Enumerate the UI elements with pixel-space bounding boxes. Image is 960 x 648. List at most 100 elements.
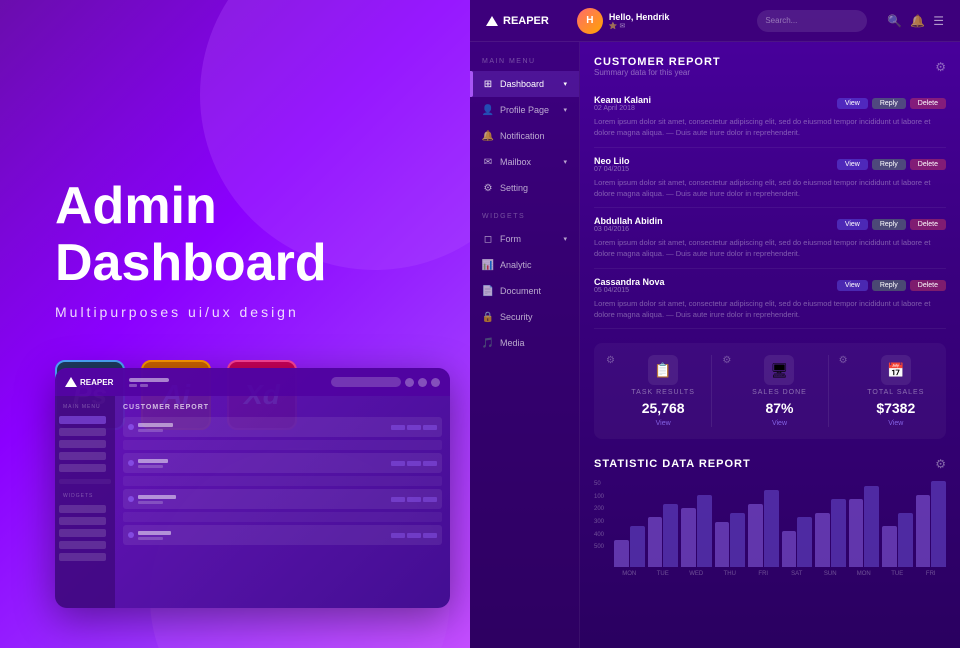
chart-bar-group (748, 490, 779, 567)
nav-security[interactable]: 🔒 Security (470, 304, 579, 330)
nav-form-label: Form (500, 234, 521, 244)
stats-gear-icon3[interactable]: ⚙ (839, 355, 848, 366)
reply-button[interactable]: Reply (872, 219, 906, 230)
row-actions: View Reply Delete (837, 98, 946, 109)
bell-nav-icon: 🔔 (482, 130, 494, 142)
nav-media[interactable]: 🎵 Media (470, 330, 579, 356)
view-button[interactable]: View (837, 219, 868, 230)
dashboard-body: MAIN MENU ⊞ Dashboard ▾ 👤 Profile Page ▾… (470, 42, 960, 648)
reply-button[interactable]: Reply (872, 280, 906, 291)
chart-bar (864, 486, 879, 567)
nav-dashboard[interactable]: ⊞ Dashboard ▾ (470, 71, 579, 97)
chart-bar (931, 481, 946, 567)
chart-y-labels: 500 400 300 200 100 50 (594, 481, 610, 551)
chart-bar (831, 499, 846, 567)
nav-document[interactable]: 📄 Document (470, 278, 579, 304)
report-gear-icon[interactable]: ⚙ (935, 60, 946, 74)
chart-bar (748, 504, 763, 567)
chart-bar (681, 508, 696, 567)
customer-name: Abdullah Abidin 03 04/2016 (594, 216, 663, 233)
table-row: Abdullah Abidin 03 04/2016 View Reply De… (594, 208, 946, 269)
chart-header: STATISTIC DATA REPORT ⚙ (594, 457, 946, 471)
chart-bar-group (882, 513, 913, 567)
sales-view-link[interactable]: View (772, 420, 787, 427)
total-view-link[interactable]: View (888, 420, 903, 427)
chart-container: 500 400 300 200 100 50 (594, 481, 946, 567)
reply-button[interactable]: Reply (872, 159, 906, 170)
customer-name: Neo Lilo 07 04/2015 (594, 156, 630, 173)
nav-profile-label: Profile Page (500, 105, 549, 115)
chart-bar-group (681, 495, 712, 567)
report-text: Lorem ipsum dolor sit amet, consectetur … (594, 116, 946, 139)
chart-bars (614, 481, 946, 567)
nav-dashboard-label: Dashboard (500, 79, 544, 89)
widgets-label: WIDGETS (470, 209, 579, 226)
profile-icon: 👤 (482, 104, 494, 116)
chart-bar (797, 517, 812, 567)
chart-bar-group (849, 486, 880, 567)
nav-form[interactable]: ◻ Form ▾ (470, 226, 579, 252)
nav-profile[interactable]: 👤 Profile Page ▾ (470, 97, 579, 123)
total-icon: 📅 (881, 355, 911, 385)
chart-bar (630, 526, 645, 567)
mini-preview: REAPER MAIN MENU (55, 368, 450, 608)
chevron-icon: ▾ (563, 80, 567, 88)
chart-gear-icon[interactable]: ⚙ (935, 457, 946, 471)
chart-bar (697, 495, 712, 567)
chart-title: STATISTIC DATA REPORT (594, 458, 751, 470)
nav-mailbox-label: Mailbox (500, 157, 531, 167)
task-view-link[interactable]: View (656, 420, 671, 427)
chart-bar (782, 531, 797, 567)
menu-icon[interactable]: ☰ (933, 14, 944, 28)
delete-button[interactable]: Delete (910, 98, 946, 109)
chevron-icon: ▾ (563, 158, 567, 166)
report-text: Lorem ipsum dolor sit amet, consectetur … (594, 237, 946, 260)
chart-bar-group (614, 526, 645, 567)
left-panel: Admin Dashboard Multipurposes ui/ux desi… (0, 0, 470, 648)
search-bar[interactable]: Search... (757, 10, 867, 32)
chart-x-labels: MON TUE WED THU FRI SAT SUN MON TUE FRI (614, 571, 946, 577)
dashboard-icon: ⊞ (482, 78, 494, 90)
view-button[interactable]: View (837, 280, 868, 291)
row-actions: View Reply Delete (837, 219, 946, 230)
chart-bar-group (815, 499, 846, 567)
nav-notification[interactable]: 🔔 Notification (470, 123, 579, 149)
reply-button[interactable]: Reply (872, 98, 906, 109)
task-icon: 📋 (648, 355, 678, 385)
nav-setting[interactable]: ⚙ Setting (470, 175, 579, 201)
chart-bar (916, 495, 931, 567)
chart-bar-group (782, 517, 813, 567)
chart-bar (882, 526, 897, 567)
stats-gear-icon[interactable]: ⚙ (606, 355, 615, 366)
view-button[interactable]: View (837, 98, 868, 109)
user-role: ⭐ ✉ (609, 22, 670, 30)
customer-report-subtitle: Summary data for this year (594, 68, 721, 77)
dashboard-logo: REAPER (486, 15, 549, 27)
bell-icon[interactable]: 🔔 (910, 14, 925, 28)
nav-analytic[interactable]: 📊 Analytic (470, 252, 579, 278)
chart-section: STATISTIC DATA REPORT ⚙ 500 400 300 200 … (594, 457, 946, 577)
chart-bar-group (916, 481, 947, 567)
search-icon[interactable]: 🔍 (887, 14, 902, 28)
nav-security-label: Security (500, 312, 533, 322)
row-actions: View Reply Delete (837, 159, 946, 170)
view-button[interactable]: View (837, 159, 868, 170)
security-icon: 🔒 (482, 311, 494, 323)
dashboard-main: CUSTOMER REPORT Summary data for this ye… (580, 42, 960, 648)
hero-subtitle: Multipurposes ui/ux design (55, 304, 415, 320)
delete-button[interactable]: Delete (910, 219, 946, 230)
nav-notification-label: Notification (500, 131, 545, 141)
logo-icon (486, 16, 498, 26)
chart-bar-group (648, 504, 679, 567)
stat-total: 📅 TOTAL SALES $7382 View (858, 355, 934, 427)
dashboard-header: REAPER H Hello, Hendrik ⭐ ✉ Search... 🔍 … (470, 0, 960, 42)
right-panel: REAPER H Hello, Hendrik ⭐ ✉ Search... 🔍 … (470, 0, 960, 648)
nav-mailbox[interactable]: ✉ Mailbox ▾ (470, 149, 579, 175)
delete-button[interactable]: Delete (910, 159, 946, 170)
row-actions: View Reply Delete (837, 280, 946, 291)
chart-bar (614, 540, 629, 567)
stats-gear-icon2[interactable]: ⚙ (722, 355, 731, 366)
analytic-icon: 📊 (482, 259, 494, 271)
nav-document-label: Document (500, 286, 541, 296)
delete-button[interactable]: Delete (910, 280, 946, 291)
